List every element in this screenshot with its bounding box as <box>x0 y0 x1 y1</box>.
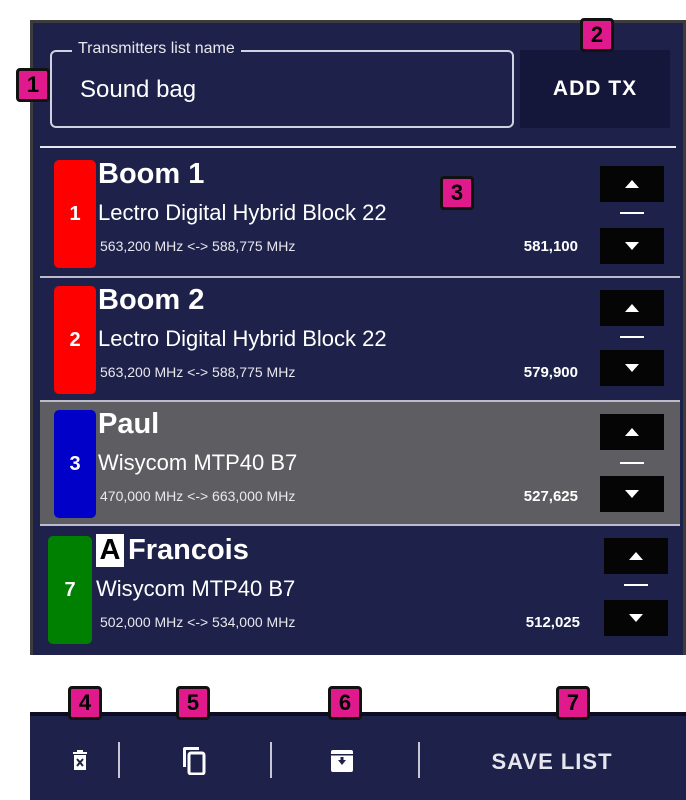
list-name-label: Transmitters list name <box>72 40 241 58</box>
arrow-divider <box>620 336 644 338</box>
transmitter-name: Francois <box>128 534 249 566</box>
transmitter-frequency: 581,100 <box>523 238 578 255</box>
move-up-button[interactable] <box>600 166 664 202</box>
copy-button[interactable] <box>178 745 210 777</box>
row-divider <box>40 524 680 526</box>
move-down-button[interactable] <box>604 600 668 636</box>
transmitter-model: Wisycom MTP40 B7 <box>96 576 296 601</box>
arrow-divider <box>624 584 648 586</box>
header-divider <box>40 146 676 148</box>
toolbar-separator <box>418 742 420 778</box>
transmitter-number-tab: 7 <box>48 536 92 644</box>
save-list-button[interactable]: SAVE LIST <box>432 736 672 788</box>
move-down-button[interactable] <box>600 228 664 264</box>
annotation-marker: 7 <box>556 686 590 720</box>
transmitter-range: 563,200 MHz <-> 588,775 MHz <box>100 364 296 380</box>
add-tx-button[interactable]: ADD TX <box>520 50 670 128</box>
arrow-divider <box>620 212 644 214</box>
delete-icon <box>73 750 87 770</box>
move-down-button[interactable] <box>600 476 664 512</box>
archive-icon <box>331 750 353 772</box>
transmitter-row[interactable]: 1 Boom 1 Lectro Digital Hybrid Block 22 … <box>40 152 680 274</box>
transmitter-letter-badge: A <box>96 534 124 567</box>
arrow-down-icon <box>625 490 639 498</box>
archive-button[interactable] <box>326 745 358 777</box>
transmitter-model: Wisycom MTP40 B7 <box>98 450 298 475</box>
annotation-marker: 3 <box>440 176 474 210</box>
arrow-up-icon <box>629 552 643 560</box>
transmitter-row[interactable]: 2 Boom 2 Lectro Digital Hybrid Block 22 … <box>40 278 680 400</box>
toolbar-separator <box>118 742 120 778</box>
move-up-button[interactable] <box>604 538 668 574</box>
transmitter-name: Paul <box>98 408 160 440</box>
annotation-marker: 5 <box>176 686 210 720</box>
annotation-marker: 1 <box>16 68 50 102</box>
annotation-marker: 6 <box>328 686 362 720</box>
transmitter-row[interactable]: 7 A Francois Wisycom MTP40 B7 502,000 MHz… <box>40 528 680 650</box>
transmitter-range: 563,200 MHz <-> 588,775 MHz <box>100 238 296 254</box>
transmitter-number-tab: 3 <box>54 410 96 518</box>
arrow-up-icon <box>625 428 639 436</box>
arrow-divider <box>620 462 644 464</box>
transmitter-name-line: A Francois <box>96 534 249 567</box>
annotation-marker: 4 <box>68 686 102 720</box>
transmitter-frequency: 512,025 <box>525 614 580 631</box>
transmitter-number-tab: 1 <box>54 160 96 268</box>
transmitter-range: 470,000 MHz <-> 663,000 MHz <box>100 488 296 504</box>
transmitter-name: Boom 2 <box>98 284 205 316</box>
copy-icon <box>183 747 206 775</box>
arrow-up-icon <box>625 180 639 188</box>
arrow-down-icon <box>625 364 639 372</box>
transmitter-frequency: 579,900 <box>523 364 578 381</box>
transmitter-model: Lectro Digital Hybrid Block 22 <box>98 326 387 351</box>
transmitter-number-tab: 2 <box>54 286 96 394</box>
arrow-up-icon <box>625 304 639 312</box>
delete-button[interactable] <box>66 745 94 775</box>
transmitter-model: Lectro Digital Hybrid Block 22 <box>98 200 387 225</box>
transmitter-row-selected[interactable]: 3 Paul Wisycom MTP40 B7 470,000 MHz <-> … <box>40 402 680 524</box>
transmitter-frequency: 527,625 <box>523 488 578 505</box>
move-down-button[interactable] <box>600 350 664 386</box>
annotation-marker: 2 <box>580 18 614 52</box>
transmitter-range: 502,000 MHz <-> 534,000 MHz <box>100 614 296 630</box>
list-name-value[interactable]: Sound bag <box>80 76 196 104</box>
toolbar-separator <box>270 742 272 778</box>
move-up-button[interactable] <box>600 290 664 326</box>
move-up-button[interactable] <box>600 414 664 450</box>
arrow-down-icon <box>625 242 639 250</box>
transmitter-name: Boom 1 <box>98 158 205 190</box>
arrow-down-icon <box>629 614 643 622</box>
